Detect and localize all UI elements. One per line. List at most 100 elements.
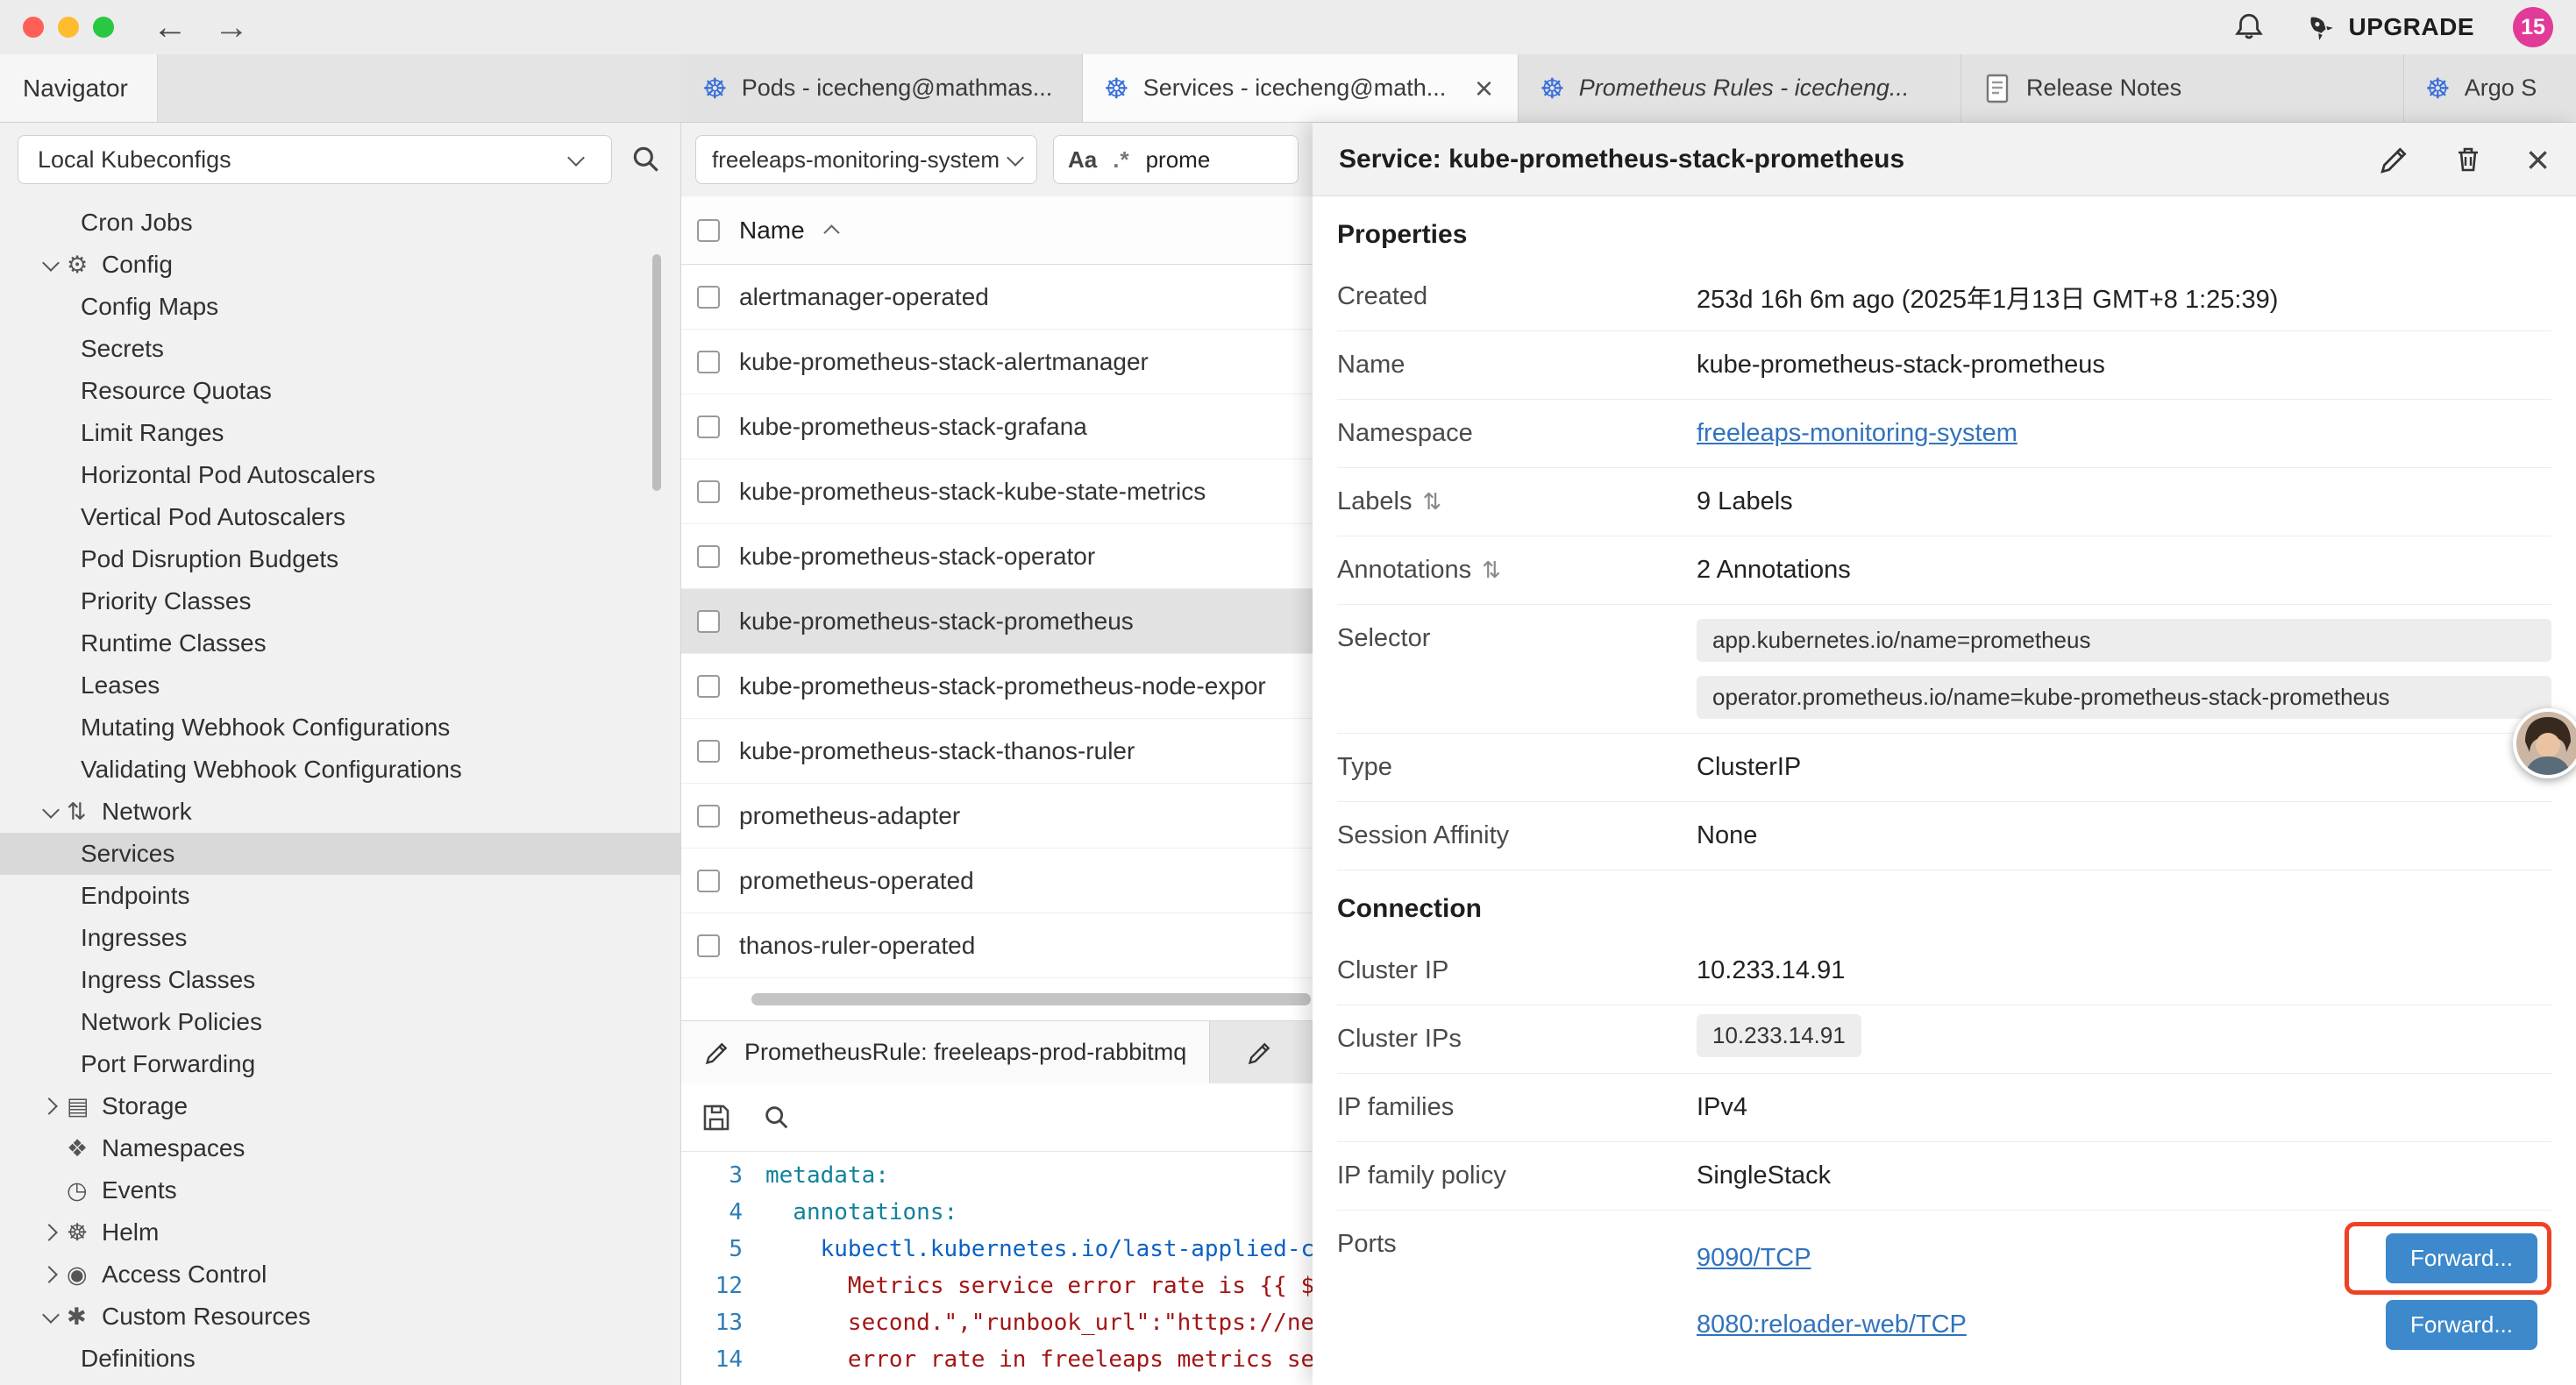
tab-argo[interactable]: ☸ Argo S [2404, 54, 2576, 122]
edit-pencil-icon[interactable] [2379, 144, 2410, 175]
table-row[interactable]: kube-prometheus-stack-thanos-ruler [681, 719, 1313, 784]
sidebar-item-storage[interactable]: ▤Storage [0, 1085, 680, 1127]
sidebar-item-network[interactable]: ⇅Network [0, 791, 680, 833]
row-checkbox[interactable] [697, 740, 720, 763]
kubeconfig-selector[interactable]: Local Kubeconfigs [18, 135, 612, 184]
row-checkbox[interactable] [697, 351, 720, 373]
table-row[interactable]: kube-prometheus-stack-prometheus-node-ex… [681, 654, 1313, 719]
property-label: Annotations [1337, 556, 1471, 585]
row-checkbox[interactable] [697, 545, 720, 568]
yaml-editor[interactable]: 3 4 5 12 13 14 metadata: annotations: ku… [681, 1152, 1313, 1385]
port-link[interactable]: 8080:reloader-web/TCP [1697, 1310, 1967, 1339]
notifications-bell-icon[interactable] [2232, 11, 2266, 44]
table-row-selected[interactable]: kube-prometheus-stack-prometheus [681, 589, 1313, 654]
sidebar-item-label: Config Maps [81, 293, 218, 321]
table-row[interactable]: kube-prometheus-stack-alertmanager [681, 330, 1313, 394]
forward-arrow-icon[interactable]: → [214, 10, 249, 45]
sidebar-item-ingresses[interactable]: Ingresses [0, 917, 680, 959]
forward-button[interactable]: Forward... [2386, 1300, 2537, 1350]
row-checkbox[interactable] [697, 286, 720, 309]
sidebar-item-helm[interactable]: ☸Helm [0, 1211, 680, 1254]
custom-resources-icon: ✱ [67, 1303, 102, 1331]
close-icon[interactable]: × [2526, 139, 2550, 180]
row-checkbox[interactable] [697, 610, 720, 633]
notification-count-badge[interactable]: 15 [2513, 7, 2553, 47]
editor-search-icon[interactable] [762, 1103, 792, 1133]
regex-toggle[interactable]: .* [1113, 146, 1129, 174]
namespace-link[interactable]: freeleaps-monitoring-system [1697, 419, 2017, 447]
horizontal-scrollbar[interactable] [751, 993, 1311, 1005]
expand-collapse-icon[interactable]: ⇅ [1482, 557, 1501, 584]
sidebar-item-namespaces[interactable]: ❖Namespaces [0, 1127, 680, 1169]
sidebar-item-mutating-webhook-configurations[interactable]: Mutating Webhook Configurations [0, 707, 680, 749]
sidebar-item-priority-classes[interactable]: Priority Classes [0, 580, 680, 622]
section-title-properties: Properties [1337, 219, 2551, 251]
row-checkbox[interactable] [697, 870, 720, 892]
table-row[interactable]: kube-prometheus-stack-kube-state-metrics [681, 459, 1313, 524]
property-label: IP family policy [1337, 1161, 1697, 1190]
row-checkbox[interactable] [697, 675, 720, 698]
table-row[interactable]: prometheus-adapter [681, 784, 1313, 849]
sidebar-item-definitions[interactable]: Definitions [0, 1338, 680, 1380]
tab-release-notes[interactable]: Release Notes [1961, 54, 2404, 122]
sidebar-item-runtime-classes[interactable]: Runtime Classes [0, 622, 680, 664]
row-checkbox[interactable] [697, 480, 720, 503]
row-checkbox[interactable] [697, 805, 720, 827]
dock-tab-partial[interactable] [1210, 1021, 1313, 1083]
dock-tab-prometheusrule[interactable]: PrometheusRule: freeleaps-prod-rabbitmq [681, 1021, 1210, 1083]
row-checkbox[interactable] [697, 934, 720, 957]
tab-close-icon[interactable]: × [1471, 70, 1497, 107]
close-window-button[interactable] [23, 17, 44, 38]
sidebar-item-events[interactable]: ◷Events [0, 1169, 680, 1211]
sidebar-item-label: Ingress Classes [81, 966, 255, 994]
back-arrow-icon[interactable]: ← [153, 10, 188, 45]
sidebar-item-cron-jobs[interactable]: Cron Jobs [0, 202, 680, 244]
sidebar-item-services[interactable]: Services [0, 833, 680, 875]
minimize-window-button[interactable] [58, 17, 79, 38]
delete-trash-icon[interactable] [2452, 144, 2484, 175]
table-row[interactable]: kube-prometheus-stack-grafana [681, 394, 1313, 459]
sidebar-item-config[interactable]: ⚙Config [0, 244, 680, 286]
user-avatar[interactable] [2513, 708, 2576, 778]
sidebar-item-horizontal-pod-autoscalers[interactable]: Horizontal Pod Autoscalers [0, 454, 680, 496]
search-input[interactable]: Aa .* prome [1053, 135, 1299, 184]
table-row[interactable]: thanos-ruler-operated [681, 913, 1313, 978]
sidebar-item-secrets[interactable]: Secrets [0, 328, 680, 370]
sidebar-item-pod-disruption-budgets[interactable]: Pod Disruption Budgets [0, 538, 680, 580]
sidebar-search-icon[interactable] [630, 143, 663, 176]
save-icon[interactable] [701, 1102, 732, 1133]
maximize-window-button[interactable] [93, 17, 114, 38]
table-row[interactable]: prometheus-operated [681, 849, 1313, 913]
table-row[interactable]: kube-prometheus-stack-operator [681, 524, 1313, 589]
match-case-toggle[interactable]: Aa [1068, 146, 1097, 174]
select-all-checkbox[interactable] [697, 219, 720, 242]
sidebar-item-access-control[interactable]: ◉Access Control [0, 1254, 680, 1296]
sidebar-item-leases[interactable]: Leases [0, 664, 680, 707]
sort-ascending-icon[interactable] [824, 223, 840, 238]
sidebar-item-resource-quotas[interactable]: Resource Quotas [0, 370, 680, 412]
sidebar-item-endpoints[interactable]: Endpoints [0, 875, 680, 917]
name-column-header[interactable]: Name [739, 217, 805, 245]
port-row: 8080:reloader-web/TCP Forward... [1697, 1291, 2551, 1358]
sidebar-item-vertical-pod-autoscalers[interactable]: Vertical Pod Autoscalers [0, 496, 680, 538]
port-link[interactable]: 9090/TCP [1697, 1244, 1811, 1273]
sidebar-item-config-maps[interactable]: Config Maps [0, 286, 680, 328]
namespace-select[interactable]: freeleaps-monitoring-system [695, 135, 1037, 184]
navigator-panel-tab[interactable]: Navigator [0, 54, 158, 122]
sidebar-item-custom-resources[interactable]: ✱Custom Resources [0, 1296, 680, 1338]
table-row[interactable]: alertmanager-operated [681, 265, 1313, 330]
forward-button[interactable]: Forward... [2386, 1233, 2537, 1283]
sidebar-scrollbar[interactable] [652, 254, 661, 491]
sidebar-item-ingress-classes[interactable]: Ingress Classes [0, 959, 680, 1001]
sidebar-item-port-forwarding[interactable]: Port Forwarding [0, 1043, 680, 1085]
row-checkbox[interactable] [697, 416, 720, 438]
tab-services[interactable]: ☸ Services - icecheng@math... × [1083, 54, 1519, 122]
ports-list: 9090/TCP Forward... 8080:reloader-web/TC… [1697, 1225, 2551, 1358]
sidebar-item-network-policies[interactable]: Network Policies [0, 1001, 680, 1043]
upgrade-button[interactable]: UPGRADE [2304, 11, 2474, 43]
tab-pods[interactable]: ☸ Pods - icecheng@mathmas... [681, 54, 1083, 122]
sidebar-item-limit-ranges[interactable]: Limit Ranges [0, 412, 680, 454]
sidebar-item-validating-webhook-configurations[interactable]: Validating Webhook Configurations [0, 749, 680, 791]
expand-collapse-icon[interactable]: ⇅ [1422, 488, 1441, 515]
tab-prometheus-rules[interactable]: ☸ Prometheus Rules - icecheng... [1519, 54, 1961, 122]
